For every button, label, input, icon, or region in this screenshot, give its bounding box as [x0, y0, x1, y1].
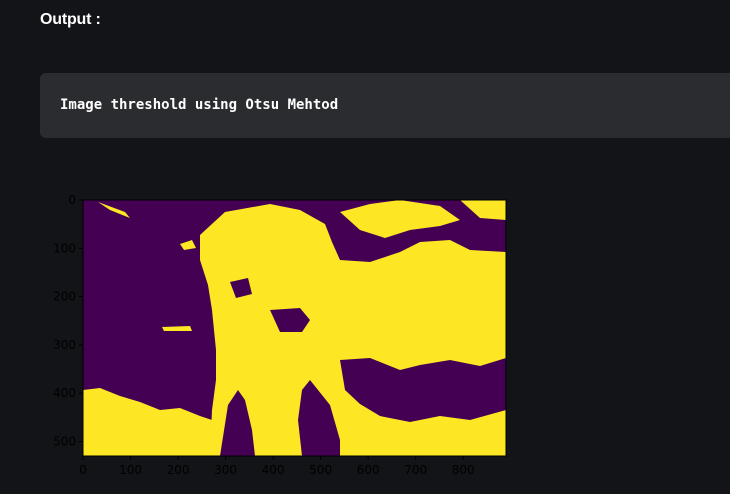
y-tick-label: 100: [53, 241, 76, 255]
x-tick-label: 400: [262, 463, 285, 477]
x-tick-label: 500: [309, 463, 332, 477]
y-tick-label: 500: [53, 435, 76, 449]
threshold-plot: 0 100 200 300 400 500 600 700 800 0 100 200 300 400 5…: [40, 190, 520, 494]
plot-svg: 0 100 200 300 400 500 600 700 800 0 100 200 300 400 5…: [53, 193, 507, 477]
code-output-text: Image threshold using Otsu Mehtod: [60, 97, 339, 113]
x-tick-label: 600: [357, 463, 380, 477]
y-tick-label: 200: [53, 290, 76, 304]
y-tick-label: 300: [53, 338, 76, 352]
y-axis: 0 100 200 300 400 500: [53, 193, 83, 449]
x-tick-label: 200: [167, 463, 190, 477]
x-tick-label: 700: [404, 463, 427, 477]
y-tick-label: 0: [68, 193, 76, 207]
x-tick-label: 0: [79, 463, 87, 477]
threshold-image: [82, 199, 507, 457]
x-tick-label: 800: [452, 463, 475, 477]
x-tick-label: 100: [119, 463, 142, 477]
code-block: Image threshold using Otsu Mehtod: [40, 73, 730, 138]
output-heading: Output :: [40, 11, 101, 28]
y-tick-label: 400: [53, 386, 76, 400]
x-tick-label: 300: [214, 463, 237, 477]
x-axis: 0 100 200 300 400 500 600 700 800: [79, 456, 475, 477]
